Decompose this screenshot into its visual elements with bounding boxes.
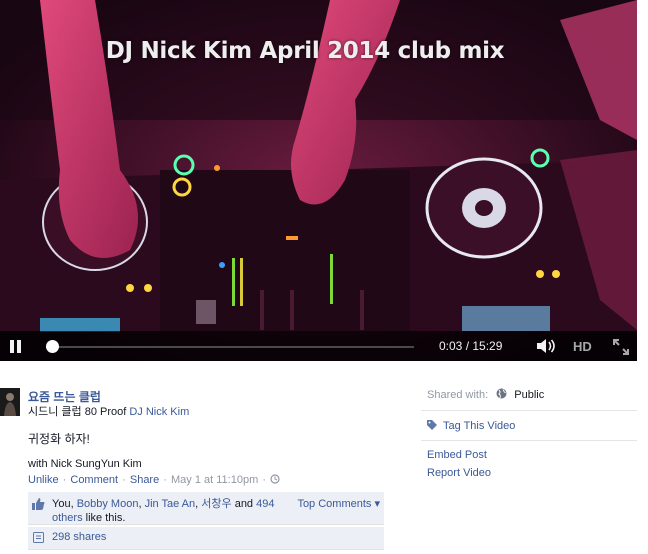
divider (421, 440, 637, 441)
divider (421, 410, 637, 411)
others-link[interactable]: others (52, 512, 83, 524)
video-overlay-title: DJ Nick Kim April 2014 club mix (105, 38, 505, 64)
likes-text: You, Bobby Moon, Jin Tae An, 서창우 and 494… (52, 497, 292, 525)
separator-dot: · (62, 474, 67, 486)
likes-and: and (231, 498, 257, 510)
comment-link[interactable]: Comment (70, 474, 118, 486)
others-count-link[interactable]: 494 (256, 498, 274, 510)
likes-prefix: You, (52, 498, 77, 510)
avatar[interactable] (0, 388, 20, 416)
fullscreen-icon[interactable] (613, 339, 629, 355)
with-line: with Nick SungYun Kim (28, 458, 142, 470)
story-column: 요즘 뜨는 클럽 시드니 클럽 80 Proof DJ Nick Kim 귀정화… (0, 378, 384, 554)
report-video-link[interactable]: Report Video (427, 467, 491, 479)
tag-video-label: Tag This Video (443, 420, 516, 432)
shares-summary: 298 shares (28, 527, 384, 550)
clock-icon[interactable] (270, 474, 280, 486)
time-readout: 0:03 / 15:29 (439, 339, 503, 353)
progress-bar[interactable] (46, 340, 414, 353)
video-controls-bar: 0:03 / 15:29 HD (0, 331, 637, 361)
place-line: 시드니 클럽 80 Proof DJ Nick Kim (28, 403, 189, 419)
separator-dot: · (262, 474, 266, 486)
video-sidebar: Shared with: Public Tag This Video Embed… (421, 378, 637, 554)
share-link[interactable]: Share (130, 474, 159, 486)
embed-post-link[interactable]: Embed Post (427, 449, 487, 461)
tag-icon (427, 420, 437, 430)
video-player[interactable]: DJ Nick Kim April 2014 club mix 0:03 / 1… (0, 0, 637, 361)
globe-icon (496, 388, 507, 399)
liker-link[interactable]: Jin Tae An (145, 498, 196, 510)
post-text: 귀정화 하자! (28, 432, 90, 446)
thumbs-up-icon (32, 498, 45, 510)
audience-value[interactable]: Public (514, 389, 544, 401)
shared-with-label: Shared with: (427, 389, 489, 401)
separator-dot: · (163, 474, 167, 486)
pause-icon[interactable] (10, 340, 22, 353)
share-icon (33, 532, 44, 543)
liker-link[interactable]: Bobby Moon (77, 498, 139, 510)
liker-link[interactable]: 서창우 (201, 498, 231, 510)
tag-video-link[interactable]: Tag This Video (427, 420, 515, 432)
volume-icon[interactable] (536, 338, 558, 354)
likes-summary: You, Bobby Moon, Jin Tae An, 서창우 and 494… (28, 492, 384, 525)
divider-strip (0, 361, 637, 378)
shared-with-line: Shared with: Public (427, 388, 544, 401)
top-comments-dropdown[interactable]: Top Comments ▾ (297, 497, 380, 510)
place-text: 시드니 클럽 80 Proof (28, 406, 127, 418)
likes-suffix: like this. (82, 512, 126, 524)
unlike-link[interactable]: Unlike (28, 474, 59, 486)
separator-dot: · (122, 474, 126, 486)
tagged-person-link[interactable]: DJ Nick Kim (129, 406, 189, 418)
story-actions: Unlike · Comment · Share · May 1 at 11:1… (28, 474, 280, 486)
timestamp-link[interactable]: May 1 at 11:10pm (171, 474, 258, 486)
progress-knob[interactable] (46, 340, 59, 353)
hd-button[interactable]: HD (573, 339, 592, 354)
shares-link[interactable]: 298 shares (52, 531, 106, 543)
